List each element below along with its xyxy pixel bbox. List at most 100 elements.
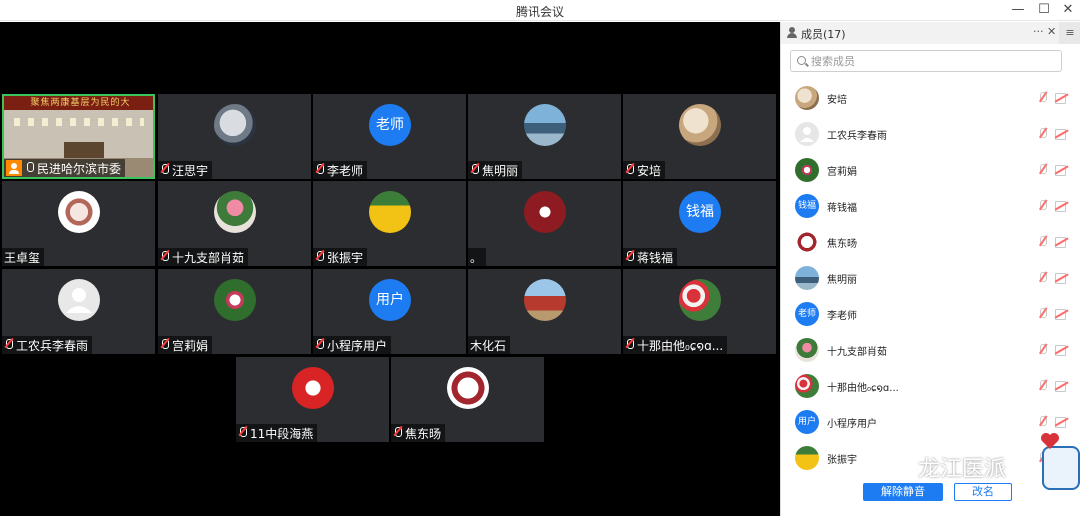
video-tile[interactable]: 焦东旸 (391, 357, 544, 442)
member-name: 焦明丽 (827, 275, 857, 286)
search-icon (797, 56, 806, 65)
member-search-input[interactable] (811, 53, 1051, 69)
member-avatar (795, 338, 819, 362)
mic-muted-icon[interactable] (1038, 200, 1047, 211)
maximize-button[interactable]: ☐ (1034, 1, 1054, 19)
close-panel-button[interactable]: ✕ (1047, 25, 1056, 38)
video-tile-host[interactable]: 聚焦两康基层为民的大 民进哈尔滨市委 (2, 94, 155, 179)
video-tile[interactable]: 王卓玺 (2, 181, 155, 266)
tile-nameplate: 安培 (623, 161, 666, 179)
member-row[interactable]: 焦明丽 (781, 260, 1080, 296)
participant-avatar (369, 191, 411, 233)
video-tile[interactable]: 焦明丽 (468, 94, 621, 179)
mic-muted-icon[interactable] (1038, 236, 1047, 247)
tile-nameplate: 焦明丽 (468, 161, 523, 179)
member-search[interactable] (790, 50, 1062, 72)
video-tile[interactable]: 用户 小程序用户 (313, 269, 466, 354)
video-tile[interactable]: 十那由他₀ɕ໑ɑ... (623, 269, 776, 354)
video-tile[interactable]: 。 (468, 181, 621, 266)
mic-muted-icon[interactable] (1038, 92, 1047, 103)
close-window-button[interactable]: ✕ (1058, 1, 1078, 19)
member-row[interactable]: 老师 李老师 (781, 296, 1080, 332)
video-tile[interactable]: 工农兵李春雨 (2, 269, 155, 354)
unmute-all-button[interactable]: 解除静音 (863, 483, 943, 501)
default-person-icon (66, 288, 92, 313)
tile-nameplate: 十九支部肖茹 (158, 248, 249, 266)
member-avatar (795, 230, 819, 254)
camera-off-icon[interactable] (1055, 345, 1069, 356)
rename-button[interactable]: 改名 (954, 483, 1012, 501)
member-avatar (795, 446, 819, 470)
video-tile[interactable]: 张振宇 (313, 181, 466, 266)
member-row[interactable]: 十那由他₀ɕ໑ɑ... (781, 368, 1080, 404)
camera-off-icon[interactable] (1055, 417, 1069, 428)
video-stage: 聚焦两康基层为民的大 民进哈尔滨市委 汪思宇 老师 李老师 焦明丽 安培 王卓玺… (0, 22, 780, 516)
window-title: 腾讯会议 (515, 5, 564, 19)
more-options-button[interactable]: ··· (1033, 25, 1044, 38)
tile-nameplate: 。 (468, 248, 487, 266)
tile-nameplate: 李老师 (313, 161, 368, 179)
mic-muted-icon (315, 339, 324, 351)
mic-muted-icon[interactable] (1038, 164, 1047, 175)
member-name: 李老师 (827, 311, 857, 322)
camera-off-icon[interactable] (1055, 309, 1069, 320)
participant-name: 汪思宇 (172, 163, 209, 178)
camera-off-icon[interactable] (1055, 273, 1069, 284)
host-icon (6, 160, 22, 176)
camera-off-icon[interactable] (1055, 237, 1069, 248)
mic-muted-icon[interactable] (1038, 272, 1047, 283)
camera-off-icon[interactable] (1055, 129, 1069, 140)
member-row[interactable]: 宫莉娟 (781, 152, 1080, 188)
member-avatar (795, 266, 819, 290)
video-tile[interactable]: 11中段海燕 (236, 357, 389, 442)
member-avatar (795, 158, 819, 182)
video-tile[interactable]: 钱福 蒋钱福 (623, 181, 776, 266)
video-tile[interactable]: 汪思宇 (158, 94, 311, 179)
member-row[interactable]: 焦东旸 (781, 224, 1080, 260)
members-panel: 成员(17) ··· ✕ ≡ 安培 工农兵李春雨 (780, 22, 1080, 516)
video-tile[interactable]: 木化石 (468, 269, 621, 354)
mic-muted-icon[interactable] (1038, 128, 1047, 139)
member-avatar: 老师 (795, 302, 819, 326)
camera-off-icon[interactable] (1055, 201, 1069, 212)
participant-name: 宫莉娟 (172, 338, 209, 353)
mic-muted-icon (160, 251, 169, 263)
side-menu-button[interactable]: ≡ (1059, 22, 1080, 44)
member-name: 安培 (827, 95, 847, 106)
minimize-button[interactable]: — (1008, 1, 1028, 19)
camera-off-icon[interactable] (1055, 165, 1069, 176)
participant-name: 蒋钱福 (637, 250, 674, 265)
member-avatar: 钱福 (795, 194, 819, 218)
camera-off-icon[interactable] (1055, 93, 1069, 104)
mic-muted-icon (160, 339, 169, 351)
participant-name: 。 (470, 250, 483, 265)
mic-muted-icon[interactable] (1038, 416, 1047, 427)
member-row[interactable]: 用户 小程序用户 (781, 404, 1080, 440)
members-panel-header: 成员(17) ··· ✕ ≡ (781, 22, 1080, 44)
tile-nameplate: 十那由他₀ɕ໑ɑ... (623, 336, 728, 354)
member-row[interactable]: 安培 (781, 80, 1080, 116)
tile-nameplate: 11中段海燕 (236, 424, 318, 442)
tile-nameplate: 宫莉娟 (158, 336, 213, 354)
video-tile[interactable]: 安培 (623, 94, 776, 179)
tile-nameplate: 木化石 (468, 336, 511, 354)
mic-muted-icon (315, 251, 324, 263)
member-name: 小程序用户 (827, 419, 877, 430)
default-avatar (58, 279, 100, 321)
mic-muted-icon[interactable] (1038, 380, 1047, 391)
camera-off-icon[interactable] (1055, 381, 1069, 392)
video-tile[interactable]: 十九支部肖茹 (158, 181, 311, 266)
mic-muted-icon (470, 164, 479, 176)
mic-muted-icon[interactable] (1038, 344, 1047, 355)
mic-muted-icon[interactable] (1038, 308, 1047, 319)
participant-name: 工农兵李春雨 (16, 338, 89, 353)
video-tile[interactable]: 宫莉娟 (158, 269, 311, 354)
member-row[interactable]: 工农兵李春雨 (781, 116, 1080, 152)
tile-nameplate: 民进哈尔滨市委 (4, 159, 126, 177)
member-row[interactable]: 钱福 蒋钱福 (781, 188, 1080, 224)
participant-avatar (292, 367, 334, 409)
participant-name: 小程序用户 (327, 338, 388, 353)
badge-icon (1042, 446, 1080, 490)
member-row[interactable]: 十九支部肖茹 (781, 332, 1080, 368)
video-tile[interactable]: 老师 李老师 (313, 94, 466, 179)
